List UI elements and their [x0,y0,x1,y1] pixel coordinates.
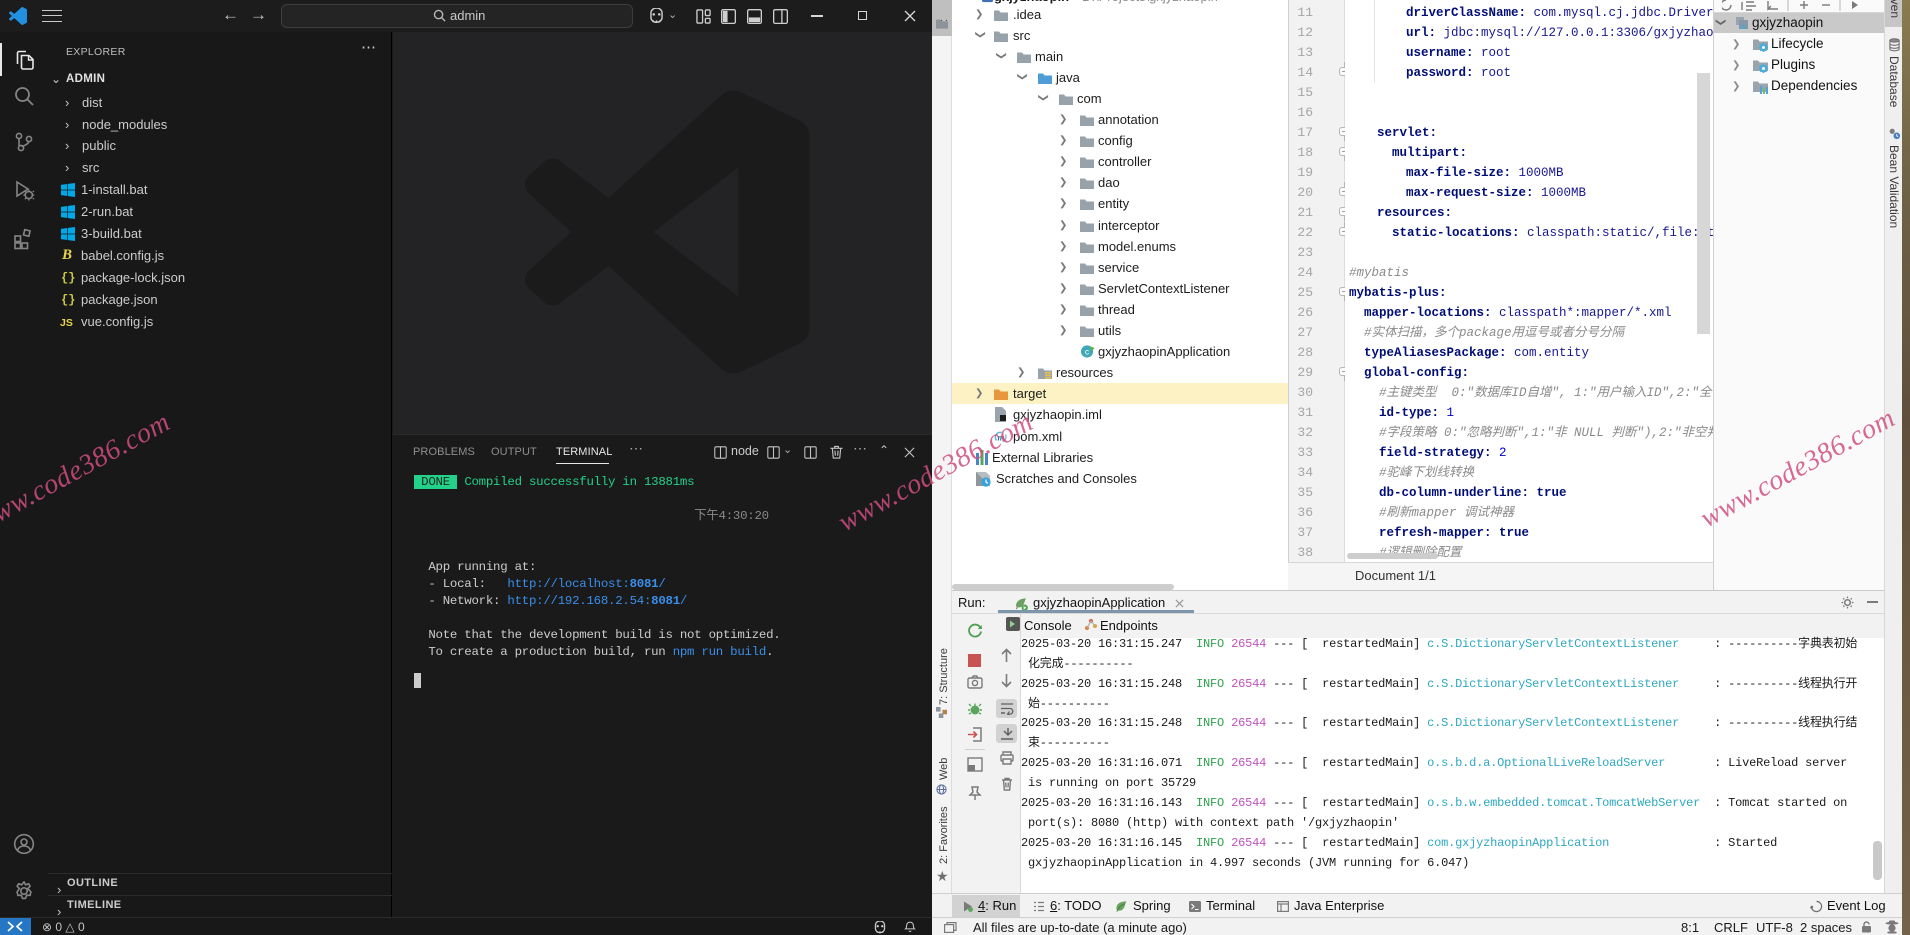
svg-text:m: m [1740,22,1746,30]
svg-text:c: c [1085,346,1089,356]
